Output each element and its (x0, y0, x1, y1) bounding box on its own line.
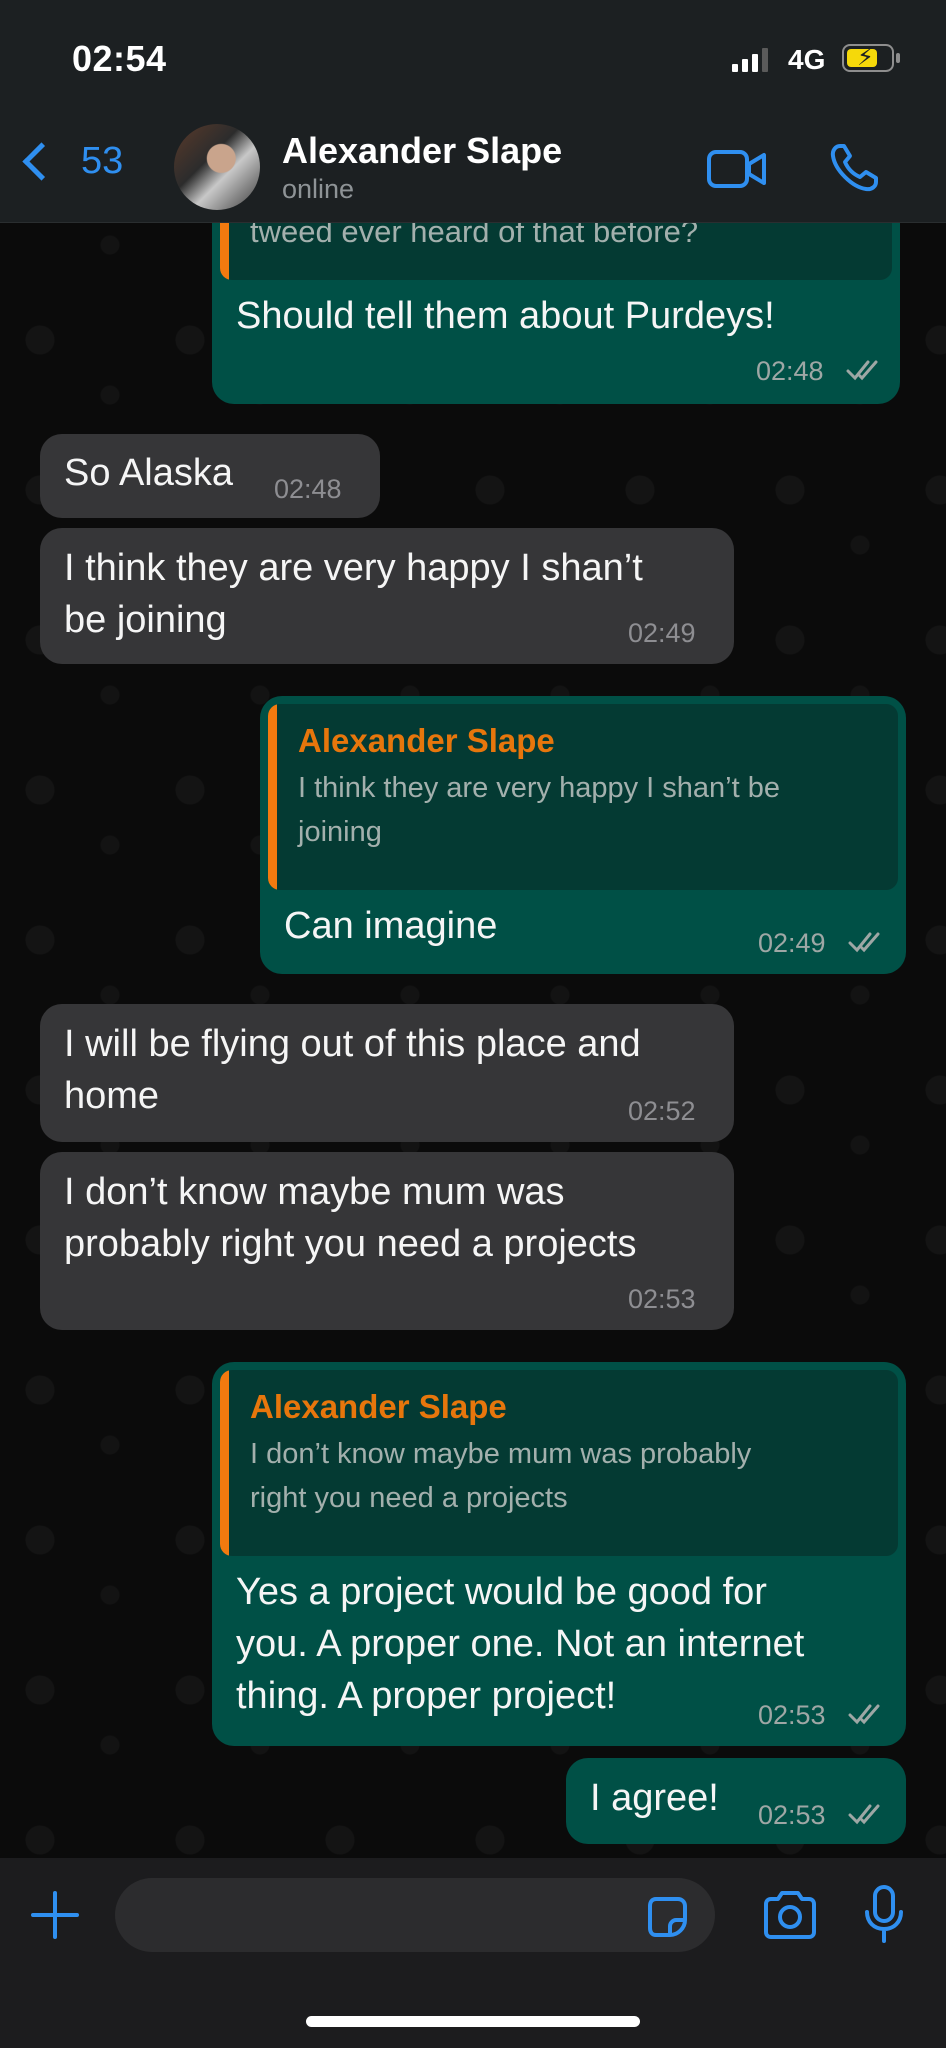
message-time: 02:48 (756, 356, 824, 386)
phone-icon[interactable] (826, 140, 882, 196)
message-text-line: I will be flying out of this place and (64, 1023, 641, 1065)
cellular-signal-icon (732, 48, 768, 72)
quote-text-line: I think they are very happy I shan’t be (298, 772, 780, 804)
plus-icon[interactable] (30, 1890, 80, 1940)
battery-charging-icon: ⚡ (842, 44, 900, 72)
message-text: So Alaska (64, 452, 233, 494)
quoted-message[interactable]: Alexander Slape I don’t know maybe mum w… (220, 1370, 898, 1556)
message-text-line: home (64, 1075, 160, 1117)
message-text-line: probably right you need a projects (64, 1223, 637, 1265)
back-button[interactable]: 53 (20, 140, 123, 183)
message-text: Should tell them about Purdeys! (236, 295, 775, 337)
status-time: 02:54 (72, 38, 167, 79)
contact-avatar[interactable] (174, 124, 260, 210)
message-bubble-incoming[interactable]: I don’t know maybe mum was probably righ… (40, 1152, 734, 1330)
message-input-bar (0, 1858, 946, 2048)
message-time: 02:49 (628, 618, 696, 648)
message-text: I agree! (590, 1777, 719, 1819)
quote-author: Alexander Slape (298, 722, 555, 759)
home-indicator[interactable] (306, 2016, 640, 2027)
message-text-line: I don’t know maybe mum was (64, 1171, 565, 1213)
status-bar: 02:54 4G ⚡ (0, 0, 946, 120)
read-receipt-icon (848, 1704, 880, 1725)
message-text: Can imagine (284, 905, 498, 947)
read-receipt-icon (848, 1804, 880, 1825)
quote-text-line: joining (298, 816, 382, 848)
message-bubble-incoming[interactable]: So Alaska 02:48 (40, 434, 380, 518)
message-time: 02:53 (758, 1700, 826, 1730)
quote-author: Alexander Slape (250, 1388, 507, 1425)
message-time: 02:48 (274, 474, 342, 504)
message-bubble-incoming[interactable]: I think they are very happy I shan’t be … (40, 528, 734, 664)
message-bubble-outgoing[interactable]: Alexander Slape I think they are very ha… (260, 696, 906, 974)
message-text-line: Yes a project would be good for (236, 1571, 767, 1613)
chat-header: 53 Alexander Slape online (0, 120, 946, 223)
message-text-line: I think they are very happy I shan’t (64, 547, 643, 589)
quote-text-line: right you need a projects (250, 1482, 568, 1514)
contact-name[interactable]: Alexander Slape (282, 130, 562, 172)
unread-count: 53 (81, 140, 124, 182)
quote-accent-bar (220, 1370, 229, 1556)
message-time: 02:53 (758, 1800, 826, 1830)
message-bubble-outgoing[interactable]: Alexander Slape I don’t know maybe mum w… (212, 1362, 906, 1746)
camera-icon[interactable] (760, 1890, 820, 1940)
message-text-line: be joining (64, 599, 227, 641)
message-text-line: you. A proper one. Not an internet (236, 1623, 805, 1665)
read-receipt-icon (846, 360, 878, 381)
read-receipt-icon (848, 932, 880, 953)
network-type: 4G (788, 44, 826, 75)
message-bubble-incoming[interactable]: I will be flying out of this place and h… (40, 1004, 734, 1142)
message-text-line: thing. A proper project! (236, 1675, 617, 1717)
quoted-message[interactable]: Alexander Slape I think they are very ha… (268, 704, 898, 890)
microphone-icon[interactable] (862, 1884, 906, 1944)
contact-status: online (282, 174, 355, 204)
message-bubble-outgoing[interactable]: I agree! 02:53 (566, 1758, 906, 1844)
sticker-icon[interactable] (644, 1894, 690, 1940)
message-time: 02:49 (758, 928, 826, 958)
quote-text-line: I don’t know maybe mum was probably (250, 1438, 752, 1470)
video-call-icon[interactable] (706, 146, 768, 192)
message-time: 02:52 (628, 1096, 696, 1126)
message-time: 02:53 (628, 1284, 696, 1314)
chevron-left-icon (22, 142, 61, 181)
message-input[interactable] (115, 1878, 715, 1952)
quote-accent-bar (268, 704, 277, 890)
